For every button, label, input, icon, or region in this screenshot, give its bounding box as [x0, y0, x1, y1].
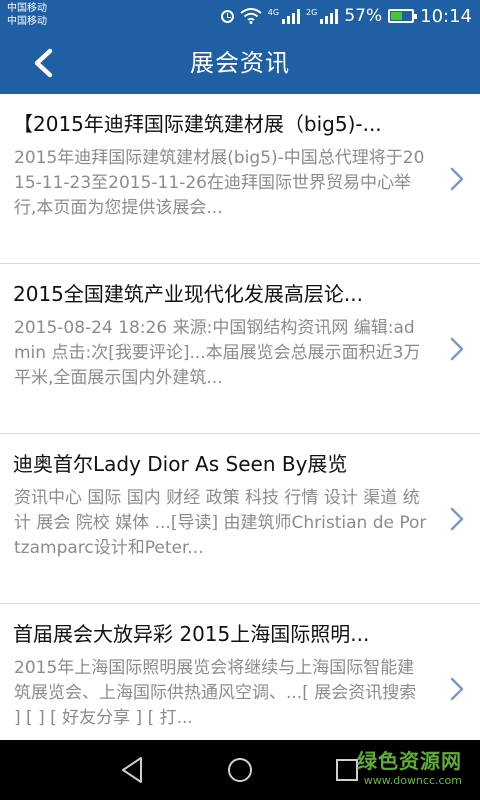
page-title: 展会资讯	[190, 49, 290, 77]
news-title: 【2015年迪拜国际建筑建材展（big5)-...	[13, 112, 382, 136]
news-item[interactable]: 首届展会大放异彩 2015上海国际照明... 2015年上海国际照明展览会将继续…	[0, 604, 480, 740]
chevron-right-icon	[450, 677, 464, 701]
battery-fill	[391, 12, 403, 20]
home-circle-icon[interactable]	[224, 754, 256, 786]
chevron-right-icon	[450, 337, 464, 361]
battery-icon	[388, 9, 418, 23]
news-title: 2015全国建筑产业现代化发展高层论...	[13, 282, 363, 306]
watermark-url: www.downcc.com	[363, 774, 462, 787]
status-icons: 4G 2G 57% 10:14	[220, 0, 472, 32]
wifi-icon	[240, 8, 262, 24]
signal-icon: 4G	[267, 8, 301, 24]
watermark-name: 绿色资源网	[357, 749, 462, 773]
carrier-2: 中国移动	[7, 16, 47, 27]
news-title: 迪奥首尔Lady Dior As Seen By展览	[13, 452, 348, 476]
news-list[interactable]: 【2015年迪拜国际建筑建材展（big5)-... 2015年迪拜国际建筑建材展…	[0, 94, 480, 740]
battery-percent: 57%	[344, 6, 383, 26]
title-bar: 展会资讯	[0, 32, 480, 94]
news-summary: 资讯中心 国际 国内 财经 政策 科技 行情 设计 渠道 统计 展会 院校 媒体…	[14, 488, 427, 558]
carrier-1: 中国移动	[7, 3, 47, 14]
news-summary: 2015-08-24 18:26 来源:中国钢结构资讯网 编辑:admin 点击…	[14, 318, 421, 388]
news-title: 首届展会大放异彩 2015上海国际照明...	[13, 622, 370, 646]
status-bar: 中国移动 中国移动 4G 2G 57% 10:14	[0, 0, 480, 32]
news-item[interactable]: 【2015年迪拜国际建筑建材展（big5)-... 2015年迪拜国际建筑建材展…	[0, 94, 480, 264]
chevron-right-icon	[450, 507, 464, 531]
alarm-icon	[220, 9, 234, 23]
news-summary: 2015年迪拜国际建筑建材展(big5)-中国总代理将于2015-11-23至2…	[14, 148, 425, 218]
signal-icon-2: 2G	[306, 8, 339, 24]
watermark: 绿色资源网 www.downcc.com	[342, 748, 462, 792]
network-type-2: 2G	[306, 8, 318, 17]
network-type-1: 4G	[267, 8, 280, 17]
chevron-right-icon	[450, 167, 464, 191]
news-item[interactable]: 迪奥首尔Lady Dior As Seen By展览 资讯中心 国际 国内 财经…	[0, 434, 480, 604]
back-triangle-icon[interactable]	[117, 754, 149, 786]
news-item[interactable]: 2015全国建筑产业现代化发展高层论... 2015-08-24 18:26 来…	[0, 264, 480, 434]
news-summary: 2015年上海国际照明展览会将继续与上海国际智能建筑展览会、上海国际供热通风空调…	[14, 658, 417, 728]
clock: 10:14	[420, 5, 472, 27]
